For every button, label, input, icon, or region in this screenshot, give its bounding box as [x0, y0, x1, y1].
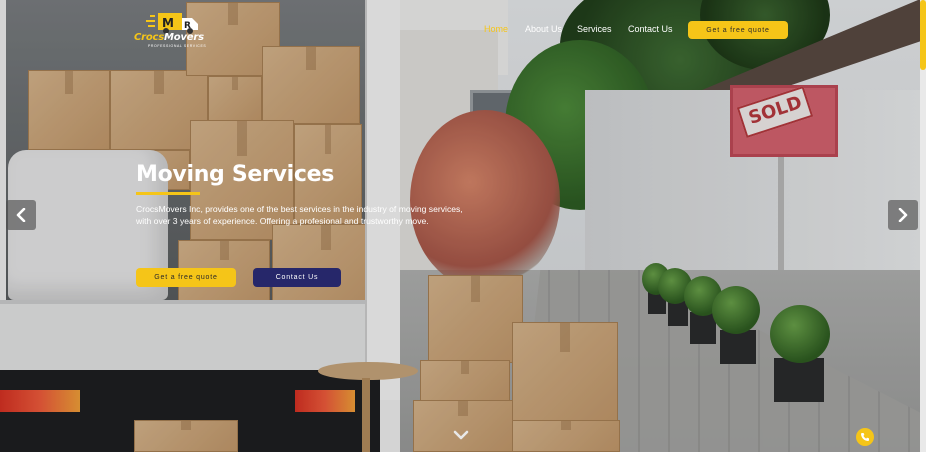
nav-free-quote-button[interactable]: Get a free quote [688, 21, 788, 39]
svg-text:R: R [184, 21, 191, 31]
nav-item-about-us[interactable]: About Us [525, 24, 562, 34]
slider-next-button[interactable] [888, 200, 918, 230]
hero-contact-us-button[interactable]: Contact Us [253, 268, 341, 287]
brand-logo[interactable]: M R CrocsMovers PROFESSIONAL SERVICES [134, 10, 216, 50]
svg-text:M: M [162, 16, 174, 30]
chevron-left-icon [16, 208, 26, 222]
hero-description: CrocsMovers Inc, provides one of the bes… [136, 204, 463, 226]
call-button[interactable] [856, 428, 874, 446]
phone-icon [861, 433, 869, 441]
nav-item-home[interactable]: Home [484, 24, 508, 34]
truck-logo-icon: M R [146, 13, 198, 34]
chevron-right-icon [898, 208, 908, 222]
slider-prev-button[interactable] [6, 200, 36, 230]
scroll-down-button[interactable] [452, 428, 470, 440]
nav-item-services[interactable]: Services [577, 24, 612, 34]
page-scrollbar-thumb[interactable] [920, 0, 926, 70]
brand-tagline: PROFESSIONAL SERVICES [148, 44, 207, 48]
brand-name: CrocsMovers [134, 32, 204, 43]
chevron-down-icon [453, 430, 469, 440]
hero-title: Moving Services [136, 162, 335, 187]
hero-title-underline [136, 192, 200, 195]
nav-item-contact-us[interactable]: Contact Us [628, 24, 673, 34]
hero-free-quote-button[interactable]: Get a free quote [136, 268, 236, 287]
